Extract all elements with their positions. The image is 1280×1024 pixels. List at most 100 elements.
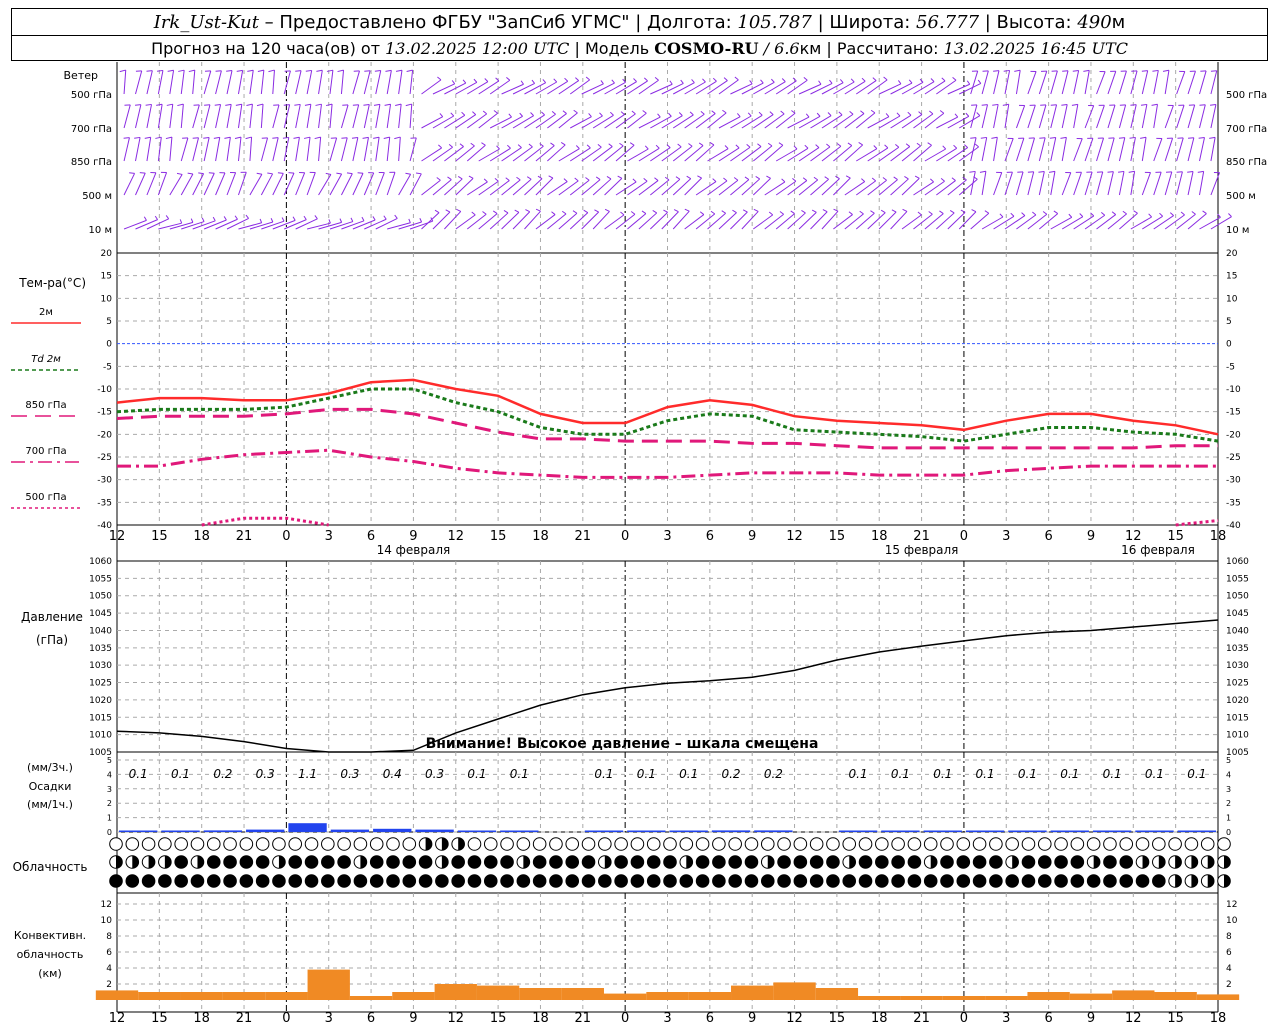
cloud-symbol bbox=[321, 874, 335, 888]
wind-barb-feather bbox=[516, 176, 521, 181]
cloud-symbol bbox=[956, 837, 971, 851]
wind-barb bbox=[718, 147, 740, 162]
precip-amount-label: 0.1 bbox=[637, 767, 656, 781]
wind-barb-feather bbox=[929, 110, 934, 115]
wind-barb-feather bbox=[976, 112, 981, 116]
wind-barb bbox=[226, 104, 232, 129]
hour-tick-label-bottom: 3 bbox=[1002, 1011, 1010, 1024]
wind-barb bbox=[1130, 216, 1152, 230]
wind-barb bbox=[444, 211, 462, 230]
wind-barb-feather bbox=[1010, 212, 1015, 217]
wind-barb bbox=[260, 137, 269, 162]
wind-barb bbox=[123, 70, 127, 95]
wind-barb-feather bbox=[470, 142, 475, 147]
cloud-symbol bbox=[630, 855, 645, 869]
cloud-symbol bbox=[646, 855, 661, 869]
wind-barb bbox=[1199, 137, 1205, 162]
wind-barb bbox=[318, 104, 322, 129]
wind-barb-feather bbox=[930, 78, 935, 82]
wind-barb-feather bbox=[768, 211, 774, 216]
cloud-symbol bbox=[972, 837, 987, 851]
wind-barb bbox=[501, 179, 521, 196]
wind-barb bbox=[135, 172, 146, 196]
wind-barb-feather bbox=[588, 113, 592, 118]
wind-barb bbox=[1141, 137, 1147, 162]
wind-barb-feather bbox=[663, 209, 668, 213]
cloud-symbol bbox=[304, 837, 319, 851]
wind-barb-feather bbox=[1148, 213, 1153, 218]
wind-barb bbox=[444, 146, 464, 162]
hour-tick-label-bottom: 0 bbox=[282, 1011, 290, 1024]
hour-tick-label-bottom: 21 bbox=[913, 1011, 930, 1024]
wind-barb bbox=[398, 104, 402, 129]
cloud-symbol bbox=[369, 837, 384, 851]
wind-barb bbox=[924, 148, 946, 162]
wind-barb bbox=[890, 114, 912, 129]
wind-barb bbox=[180, 137, 189, 162]
wind-barb bbox=[1187, 104, 1196, 129]
cloud-symbol bbox=[744, 874, 759, 888]
wind-barb-feather bbox=[294, 103, 301, 106]
cloud-symbol bbox=[1086, 874, 1101, 888]
hour-tick-label: 9 bbox=[748, 529, 756, 544]
wind-barb bbox=[970, 171, 976, 196]
pressure-tick-label-right: 1035 bbox=[1226, 644, 1249, 654]
wind-barb bbox=[924, 80, 946, 95]
temp-tick-label-right: 0 bbox=[1226, 340, 1232, 350]
cloud-symbol bbox=[712, 837, 726, 851]
cloud-symbol bbox=[744, 855, 759, 869]
wind-barb-feather bbox=[156, 69, 164, 72]
wind-barb bbox=[226, 70, 233, 95]
wind-barb bbox=[1061, 216, 1084, 230]
wind-barb-feather bbox=[439, 113, 444, 118]
cloud-symbol bbox=[1037, 855, 1052, 869]
cloud-symbol bbox=[1054, 855, 1068, 869]
wind-barb-feather bbox=[822, 209, 828, 213]
precip-amount-label: 1.1 bbox=[298, 767, 317, 781]
wind-barb bbox=[455, 114, 477, 129]
wind-barb bbox=[592, 146, 613, 162]
conv-tick-label-right: 2 bbox=[1226, 980, 1232, 990]
hour-tick-label: 6 bbox=[706, 529, 714, 544]
temp-tick-label: -30 bbox=[97, 476, 112, 486]
precip-bar bbox=[330, 829, 370, 832]
cloud-symbol bbox=[826, 855, 840, 869]
wind-barb bbox=[844, 213, 864, 230]
cloud-symbol bbox=[744, 837, 759, 851]
wind-barb bbox=[1118, 171, 1125, 196]
wind-barb-feather bbox=[1003, 69, 1010, 72]
wind-barb bbox=[238, 222, 262, 230]
wind-barb-feather bbox=[283, 104, 290, 106]
wind-barb bbox=[352, 173, 364, 196]
wind-barb-feather bbox=[560, 142, 566, 146]
temp-tick-label: 0 bbox=[106, 340, 112, 350]
precip-bar bbox=[373, 828, 412, 832]
wind-barb bbox=[844, 181, 866, 196]
wind-barb-feather bbox=[1050, 104, 1057, 106]
wind-barb bbox=[535, 145, 555, 162]
wind-barb bbox=[272, 173, 284, 196]
hour-tick-label-bottom: 3 bbox=[325, 1011, 333, 1024]
wind-barb-feather bbox=[629, 142, 635, 146]
wind-barb bbox=[1050, 137, 1057, 162]
wind-barb-feather bbox=[362, 136, 369, 139]
wind-barb bbox=[157, 104, 163, 129]
hour-tick-label: 0 bbox=[621, 529, 629, 544]
wind-barb-feather bbox=[858, 142, 863, 146]
cloud-symbol bbox=[940, 855, 954, 869]
wind-barb-feather bbox=[860, 110, 865, 114]
precip-amount-label: 0.1 bbox=[129, 767, 148, 781]
wind-barb bbox=[352, 219, 376, 230]
wind-barb bbox=[695, 113, 716, 129]
wind-barb-feather bbox=[483, 178, 488, 183]
wind-barb-feather bbox=[551, 211, 556, 215]
wind-barb-feather bbox=[1021, 212, 1026, 216]
wind-barb bbox=[1004, 215, 1026, 230]
wind-barb-feather bbox=[1038, 171, 1045, 173]
cloud-symbol-fill bbox=[278, 855, 286, 869]
wind-barb bbox=[981, 171, 987, 196]
cloud-symbol bbox=[695, 874, 710, 888]
wind-barb bbox=[764, 213, 784, 230]
wind-barb bbox=[340, 104, 349, 129]
cloud-symbol bbox=[451, 874, 465, 888]
